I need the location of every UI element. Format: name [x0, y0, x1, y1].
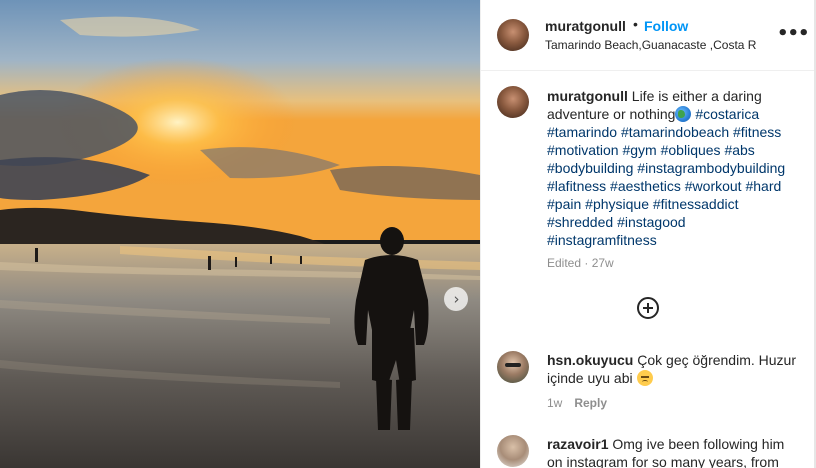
hashtag-link[interactable]: #bodybuilding	[547, 160, 633, 176]
more-options-icon[interactable]: •••	[777, 23, 810, 44]
hashtag-link[interactable]: #tamarindobeach	[621, 124, 729, 140]
comment: razavoir1 Omg ive been following him on …	[547, 435, 797, 468]
commenter-avatar[interactable]	[497, 351, 529, 383]
add-circle-icon[interactable]	[636, 296, 660, 320]
hashtag-link[interactable]: #instagrambodybuilding	[637, 160, 785, 176]
comment-username[interactable]: hsn.okuyucu	[547, 352, 633, 368]
hashtag-link[interactable]: #abs	[724, 142, 754, 158]
post-header: muratgonull • Follow Tamarindo Beach,Gua…	[481, 0, 815, 71]
hashtag-link[interactable]: #tamarindo	[547, 124, 617, 140]
hashtag-link[interactable]: #fitness	[733, 124, 781, 140]
post-sidebar: muratgonull • Follow Tamarindo Beach,Gua…	[480, 0, 816, 468]
hashtag-link[interactable]: #shredded	[547, 214, 613, 230]
caption-meta: Edited · 27w	[547, 256, 614, 270]
hashtag-link[interactable]: #lafitness	[547, 178, 606, 194]
hashtag-link[interactable]: #fitnessaddict	[653, 196, 739, 212]
comment-username[interactable]: razavoir1	[547, 436, 608, 452]
commenter-avatar[interactable]	[497, 435, 529, 467]
hashtag-link[interactable]: #aesthetics	[610, 178, 681, 194]
pensive-face-emoji-icon	[636, 370, 653, 386]
globe-emoji-icon	[675, 106, 692, 122]
sunglasses-decoration	[505, 363, 521, 367]
hashtag-link[interactable]: #instagramfitness	[547, 232, 657, 248]
comment-meta: 1w Reply	[547, 396, 607, 410]
chevron-right-icon: ›	[453, 289, 460, 308]
hashtag-link[interactable]: #pain	[547, 196, 581, 212]
post-photo[interactable]: ›	[0, 0, 480, 468]
hashtag-link[interactable]: #gym	[622, 142, 656, 158]
sunset-beach-photo	[0, 0, 480, 468]
comment-time: 1w	[547, 396, 563, 410]
location-link[interactable]: Tamarindo Beach,Guanacaste ,Costa R	[545, 38, 763, 52]
carousel-next-button[interactable]: ›	[444, 287, 468, 311]
caption-username[interactable]: muratgonull	[547, 88, 628, 104]
author-username[interactable]: muratgonull	[545, 18, 626, 34]
follow-button[interactable]: Follow	[644, 18, 688, 34]
hashtag-link[interactable]: #hard	[745, 178, 781, 194]
author-avatar[interactable]	[497, 19, 529, 51]
hashtag-link[interactable]: #physique	[585, 196, 649, 212]
reply-button[interactable]: Reply	[574, 396, 607, 410]
hashtag-link[interactable]: #instagood	[617, 214, 686, 230]
hashtag-link[interactable]: #motivation	[547, 142, 619, 158]
comment: hsn.okuyucu Çok geç öğrendim. Huzur için…	[547, 351, 797, 387]
hashtag-link[interactable]: #obliques	[661, 142, 721, 158]
caption-avatar[interactable]	[497, 86, 529, 118]
separator-dot: •	[633, 16, 638, 32]
hashtag-link[interactable]: #costarica	[695, 106, 759, 122]
hashtag-link[interactable]: #workout	[685, 178, 742, 194]
post-caption: muratgonull Life is either a daring adve…	[547, 87, 797, 249]
